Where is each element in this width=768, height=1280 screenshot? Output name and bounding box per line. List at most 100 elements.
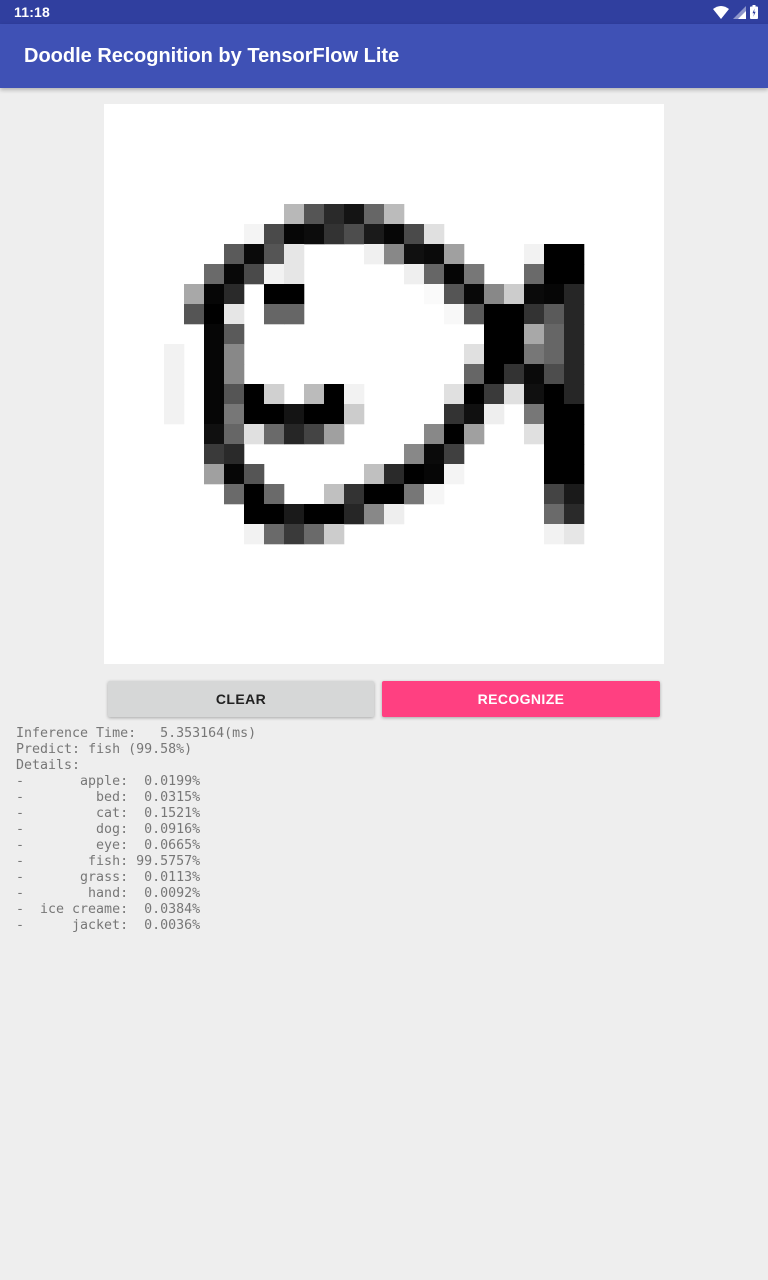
detail-label: apple <box>80 774 121 789</box>
doodle-pixel <box>504 304 525 325</box>
doodle-pixel <box>204 324 225 345</box>
detail-row: - eye: 0.0665% <box>16 838 201 853</box>
doodle-pixel <box>284 224 305 245</box>
doodle-pixel <box>284 244 305 265</box>
detail-label: hand <box>88 886 121 901</box>
doodle-pixel <box>284 304 305 325</box>
doodle-pixel <box>304 524 325 545</box>
doodle-pixel <box>264 264 285 285</box>
inference-value: 5.353164(ms) <box>160 726 257 741</box>
doodle-pixel <box>564 304 585 325</box>
cell-signal-icon <box>733 5 746 19</box>
doodle-pixel <box>164 344 185 365</box>
doodle-pixel <box>324 484 345 505</box>
predict-label: Predict: <box>16 742 81 757</box>
doodle-pixel <box>484 304 505 325</box>
doodle-pixel <box>424 244 445 265</box>
detail-value: 0.0665% <box>136 838 201 853</box>
doodle-pixel <box>424 464 445 485</box>
detail-label: fish <box>88 854 121 869</box>
doodle-pixel <box>164 404 185 425</box>
detail-value: 0.0036% <box>136 918 201 933</box>
clear-button[interactable]: CLEAR <box>108 681 374 717</box>
doodle-pixel <box>404 464 425 485</box>
doodle-pixel <box>484 284 505 305</box>
doodle-pixel <box>184 304 205 325</box>
doodle-pixel <box>344 204 365 225</box>
doodle-pixel <box>564 324 585 345</box>
doodle-pixel <box>544 264 565 285</box>
doodle-pixel <box>244 404 265 425</box>
doodle-pixel <box>504 384 525 405</box>
doodle-pixel <box>464 264 485 285</box>
doodle-pixel <box>424 484 445 505</box>
doodle-pixel <box>264 284 285 305</box>
doodle-pixel <box>224 404 245 425</box>
detail-row: - grass: 0.0113% <box>16 870 201 885</box>
status-bar: 11:18 <box>0 0 768 24</box>
doodle-pixel <box>364 464 385 485</box>
doodle-pixel <box>444 464 465 485</box>
doodle-pixel <box>564 524 585 545</box>
doodle-pixel <box>504 364 525 385</box>
doodle-pixel <box>484 324 505 345</box>
inference-time-line: Inference Time: 5.353164(ms) <box>16 726 756 742</box>
doodle-grid <box>164 204 585 545</box>
doodle-pixel <box>424 284 445 305</box>
doodle-pixel <box>344 504 365 525</box>
doodle-pixel <box>524 424 545 445</box>
doodle-pixel <box>464 344 485 365</box>
doodle-pixel <box>524 384 545 405</box>
doodle-pixel <box>524 284 545 305</box>
doodle-pixel <box>524 264 545 285</box>
detail-label: jacket <box>72 918 121 933</box>
detail-row: - hand: 0.0092% <box>16 886 201 901</box>
doodle-pixel <box>344 404 365 425</box>
doodle-pixel <box>524 244 545 265</box>
doodle-pixel <box>544 464 565 485</box>
doodle-pixel <box>444 284 465 305</box>
doodle-pixel <box>304 204 325 225</box>
doodle-pixel <box>564 484 585 505</box>
doodle-pixel <box>524 344 545 365</box>
doodle-pixel <box>244 524 265 545</box>
doodle-pixel <box>244 504 265 525</box>
doodle-pixel <box>304 224 325 245</box>
doodle-pixel <box>544 324 565 345</box>
doodle-pixel <box>284 264 305 285</box>
doodle-pixel <box>404 224 425 245</box>
doodle-pixel <box>444 424 465 445</box>
doodle-pixel <box>444 264 465 285</box>
recognize-button[interactable]: RECOGNIZE <box>382 681 660 717</box>
doodle-pixel <box>204 284 225 305</box>
drawing-canvas[interactable] <box>104 104 664 664</box>
detail-row: - cat: 0.1521% <box>16 806 201 821</box>
doodle-pixel <box>404 264 425 285</box>
doodle-pixel <box>324 504 345 525</box>
doodle-pixel <box>464 424 485 445</box>
doodle-pixel <box>324 404 345 425</box>
doodle-pixel <box>464 404 485 425</box>
doodle-pixel <box>404 444 425 465</box>
doodle-pixel <box>544 384 565 405</box>
doodle-pixel <box>544 364 565 385</box>
doodle-pixel <box>204 264 225 285</box>
doodle-pixel <box>364 224 385 245</box>
doodle-pixel <box>444 244 465 265</box>
doodle-pixel <box>224 324 245 345</box>
doodle-pixel <box>264 424 285 445</box>
doodle-pixel <box>524 304 545 325</box>
doodle-pixel <box>244 224 265 245</box>
doodle-pixel <box>564 284 585 305</box>
doodle-pixel <box>564 504 585 525</box>
doodle-pixel <box>424 224 445 245</box>
doodle-pixel <box>484 364 505 385</box>
predict-value: fish (99.58%) <box>88 742 193 757</box>
doodle-pixel <box>244 464 265 485</box>
doodle-pixel <box>484 404 505 425</box>
detail-row: - apple: 0.0199% <box>16 774 201 789</box>
detail-label: dog <box>96 822 121 837</box>
result-panel: Inference Time: 5.353164(ms) Predict: fi… <box>16 726 756 934</box>
doodle-pixel <box>264 384 285 405</box>
detail-value: 0.0113% <box>136 870 201 885</box>
